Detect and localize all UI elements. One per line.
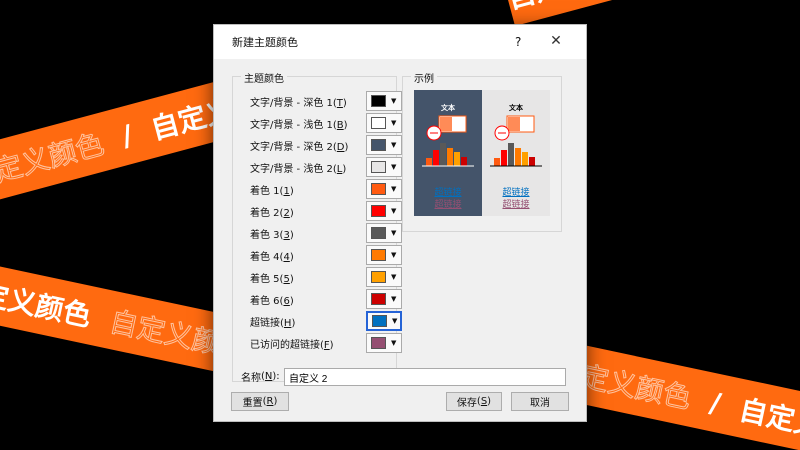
chevron-down-icon: ▼ <box>391 163 397 171</box>
banner-text: 自定义颜色 <box>502 0 648 17</box>
theme-color-row: 超链接(H) ▼ <box>250 311 402 331</box>
chevron-down-icon: ▼ <box>391 185 397 193</box>
color-swatch <box>371 183 386 195</box>
color-picker-button[interactable]: ▼ <box>366 267 402 287</box>
theme-color-row: 着色 3(3) ▼ <box>250 223 402 243</box>
close-button[interactable]: ✕ <box>546 31 566 51</box>
color-swatch <box>371 139 386 151</box>
banner-text: 自定义颜色 <box>736 393 800 450</box>
color-picker-button[interactable]: ▼ <box>366 311 402 331</box>
color-picker-button[interactable]: ▼ <box>366 157 402 177</box>
preview-light: 文本 超链接 超链接 <box>482 90 550 216</box>
chevron-down-icon: ▼ <box>391 97 397 105</box>
color-swatch <box>371 249 386 261</box>
color-picker-button[interactable]: ▼ <box>366 179 402 199</box>
color-swatch <box>371 117 386 129</box>
color-swatch <box>371 337 386 349</box>
theme-color-label: 着色 4(4) <box>250 251 294 263</box>
theme-preview: 文本 超链接 超链接 文本 超链接 超链接 <box>414 90 550 216</box>
preview-visited-link: 超链接 <box>502 200 530 210</box>
theme-color-row: 文字/背景 - 深色 2(D) ▼ <box>250 135 402 155</box>
chevron-down-icon: ▼ <box>391 119 397 127</box>
cancel-button[interactable]: 取消 <box>511 392 569 411</box>
name-input[interactable] <box>284 368 566 386</box>
theme-color-row: 着色 6(6) ▼ <box>250 289 402 309</box>
theme-colors-legend: 主题颜色 <box>241 70 287 85</box>
new-theme-colors-dialog: 新建主题颜色 ? ✕ 主题颜色 文字/背景 - 深色 1(T) ▼ 文字/背景 - … <box>213 24 587 422</box>
chevron-down-icon: ▼ <box>392 317 398 325</box>
theme-color-label: 文字/背景 - 深色 1(T) <box>250 97 347 109</box>
theme-color-row: 已访问的超链接(F) ▼ <box>250 333 402 353</box>
theme-color-row: 文字/背景 - 浅色 1(B) ▼ <box>250 113 402 133</box>
theme-color-label: 文字/背景 - 深色 2(D) <box>250 141 349 153</box>
theme-color-row: 文字/背景 - 深色 1(T) ▼ <box>250 91 402 111</box>
color-swatch <box>371 95 386 107</box>
chevron-down-icon: ▼ <box>391 251 397 259</box>
chevron-down-icon: ▼ <box>391 207 397 215</box>
banner-separator: / <box>117 118 137 153</box>
theme-color-row: 着色 1(1) ▼ <box>250 179 402 199</box>
preview-visited-link: 超链接 <box>434 200 462 210</box>
color-picker-button[interactable]: ▼ <box>366 245 402 265</box>
theme-color-label: 着色 2(2) <box>250 207 294 219</box>
banner-text-outline: 自定义颜色 <box>0 127 108 196</box>
color-picker-button[interactable]: ▼ <box>366 135 402 155</box>
color-picker-button[interactable]: ▼ <box>366 113 402 133</box>
color-swatch <box>371 227 386 239</box>
chevron-down-icon: ▼ <box>391 339 397 347</box>
theme-color-label: 着色 3(3) <box>250 229 294 241</box>
theme-color-row: 着色 4(4) ▼ <box>250 245 402 265</box>
theme-color-label: 着色 5(5) <box>250 273 294 285</box>
dialog-titlebar: 新建主题颜色 ? ✕ <box>214 25 586 59</box>
color-swatch <box>371 161 386 173</box>
chevron-down-icon: ▼ <box>391 273 397 281</box>
color-swatch <box>371 293 386 305</box>
chevron-down-icon: ▼ <box>391 229 397 237</box>
save-button[interactable]: 保存(S) <box>446 392 502 411</box>
theme-color-label: 文字/背景 - 浅色 2(L) <box>250 163 347 175</box>
preview-dark: 文本 超链接 超链接 <box>414 90 482 216</box>
color-picker-button[interactable]: ▼ <box>366 333 402 353</box>
theme-color-row: 文字/背景 - 浅色 2(L) ▼ <box>250 157 402 177</box>
color-swatch <box>371 271 386 283</box>
name-label: 名称(N): <box>241 371 280 384</box>
theme-color-row: 着色 2(2) ▼ <box>250 201 402 221</box>
help-button[interactable]: ? <box>515 35 521 49</box>
color-swatch <box>371 205 386 217</box>
dialog-title: 新建主题颜色 <box>232 36 298 49</box>
chevron-down-icon: ▼ <box>391 141 397 149</box>
theme-color-label: 文字/背景 - 浅色 1(B) <box>250 119 348 131</box>
theme-color-label: 已访问的超链接(F) <box>250 339 334 351</box>
color-picker-button[interactable]: ▼ <box>366 91 402 111</box>
chevron-down-icon: ▼ <box>391 295 397 303</box>
color-picker-button[interactable]: ▼ <box>366 201 402 221</box>
theme-colors-group: 主题颜色 文字/背景 - 深色 1(T) ▼ 文字/背景 - 浅色 1(B) ▼ 文字/… <box>232 70 402 382</box>
color-picker-button[interactable]: ▼ <box>366 223 402 243</box>
reset-button[interactable]: 重置(R) <box>231 392 289 411</box>
sample-legend: 示例 <box>411 70 437 85</box>
color-picker-button[interactable]: ▼ <box>366 289 402 309</box>
background-banner: 自定义颜色 自定义颜色 <box>500 0 800 27</box>
close-icon: ✕ <box>550 33 562 49</box>
color-swatch <box>372 315 387 327</box>
banner-separator: / <box>707 385 724 420</box>
theme-color-label: 着色 6(6) <box>250 295 294 307</box>
theme-color-label: 着色 1(1) <box>250 185 294 197</box>
theme-color-label: 超链接(H) <box>250 317 296 329</box>
sample-group: 示例 文本 超链接 超链接 文本 超链接 超链接 <box>402 70 562 232</box>
theme-color-row: 着色 5(5) ▼ <box>250 267 402 287</box>
banner-text: 自定义颜色 <box>0 271 95 334</box>
